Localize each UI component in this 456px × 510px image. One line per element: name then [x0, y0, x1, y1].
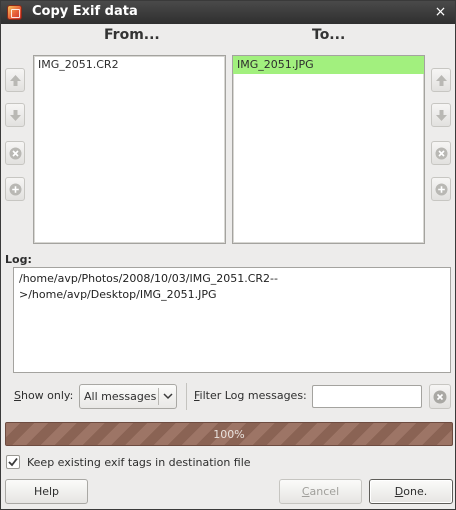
add-icon: [9, 183, 21, 195]
arrow-down-icon: [435, 109, 447, 121]
filter-log-input[interactable]: [312, 385, 422, 408]
from-file-list[interactable]: IMG_2051.CR2: [33, 55, 226, 244]
window-title: Copy Exif data: [32, 4, 138, 19]
log-label: Log:: [5, 253, 32, 266]
arrow-down-icon: [9, 109, 21, 121]
to-remove-button[interactable]: [431, 141, 451, 165]
remove-icon: [9, 147, 21, 159]
copy-exif-dialog: Copy Exif data × From... To... IMG_2051.…: [0, 0, 456, 510]
to-add-button[interactable]: [431, 177, 451, 201]
from-header: From...: [104, 27, 160, 43]
from-list-item[interactable]: IMG_2051.CR2: [34, 56, 225, 74]
clear-filter-button[interactable]: [429, 384, 451, 409]
to-file-list[interactable]: IMG_2051.JPG: [232, 55, 425, 244]
chevron-down-icon: [163, 393, 173, 400]
show-only-value: All messages: [84, 390, 157, 403]
remove-icon: [435, 147, 447, 159]
from-remove-button[interactable]: [5, 141, 25, 165]
checkmark-icon: [8, 457, 18, 467]
log-text-area[interactable]: /home/avp/Photos/2008/10/03/IMG_2051.CR2…: [13, 267, 451, 373]
to-move-up-button[interactable]: [431, 68, 451, 92]
clear-icon: [433, 390, 447, 403]
progress-text: 100%: [213, 428, 245, 441]
arrow-up-icon: [9, 74, 21, 86]
arrow-up-icon: [435, 74, 447, 86]
log-line: /home/avp/Photos/2008/10/03/IMG_2051.CR2…: [19, 272, 278, 285]
separator: [186, 383, 187, 410]
keep-exif-checkbox[interactable]: [6, 455, 20, 469]
from-add-button[interactable]: [5, 177, 25, 201]
to-header: To...: [312, 27, 346, 43]
show-only-combo[interactable]: All messages: [79, 384, 177, 409]
help-button[interactable]: Help: [5, 479, 88, 504]
add-icon: [435, 183, 447, 195]
app-icon: [7, 5, 22, 20]
to-list-item-selected[interactable]: IMG_2051.JPG: [233, 56, 424, 74]
keep-exif-label: Keep existing exif tags in destination f…: [27, 456, 251, 469]
title-bar: Copy Exif data ×: [1, 1, 455, 24]
cancel-button[interactable]: Cancel: [279, 479, 362, 504]
done-button[interactable]: Done.: [369, 479, 453, 504]
close-window-button[interactable]: ×: [432, 4, 449, 21]
log-line: >/home/avp/Desktop/IMG_2051.JPG: [19, 288, 217, 301]
filter-row: Show only: All messages Filter Log messa…: [1, 383, 455, 411]
from-move-down-button[interactable]: [5, 103, 25, 127]
show-only-label: Show only:: [14, 389, 74, 402]
filter-log-label: Filter Log messages:: [194, 389, 307, 402]
progress-bar: 100%: [5, 422, 453, 446]
to-move-down-button[interactable]: [431, 103, 451, 127]
from-move-up-button[interactable]: [5, 68, 25, 92]
